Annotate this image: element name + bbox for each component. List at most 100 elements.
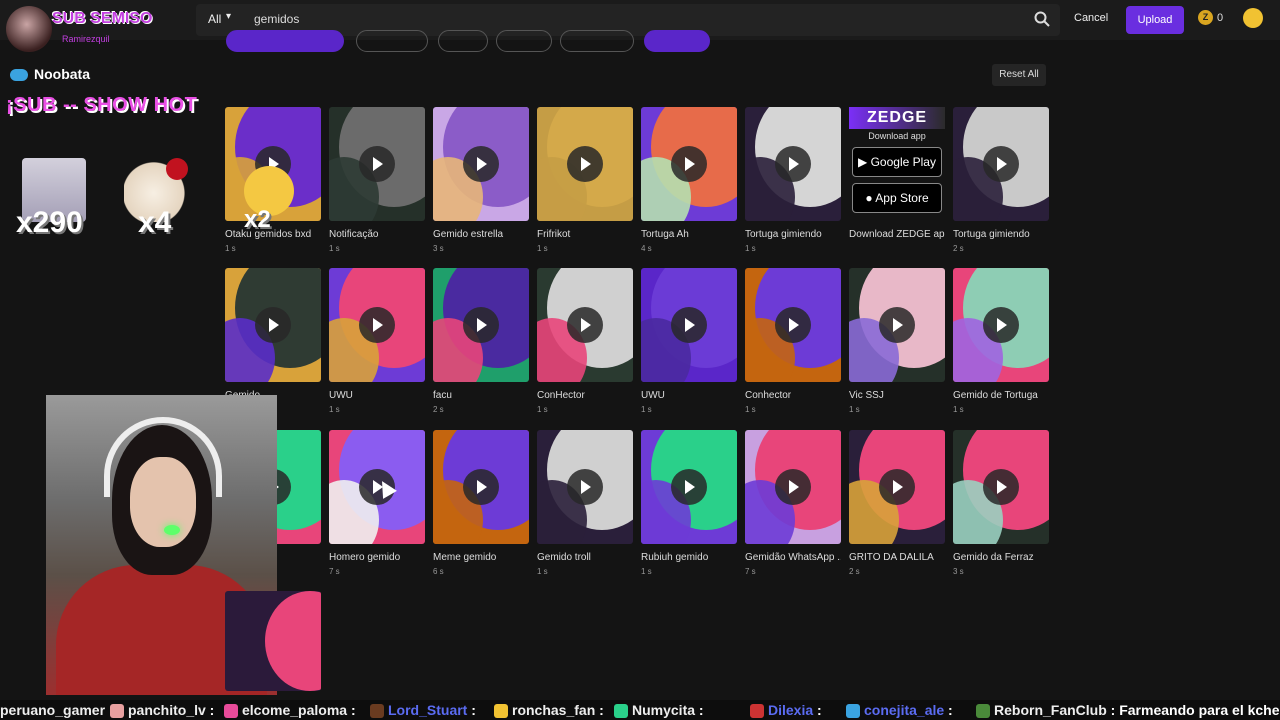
play-icon[interactable] (567, 146, 603, 182)
sound-duration: 6 s (433, 567, 444, 576)
play-icon[interactable] (775, 307, 811, 343)
sound-thumbnail (433, 430, 529, 544)
chat-message: peruano_gamer : (0, 702, 114, 718)
sound-card[interactable]: Gemido da Ferraz 3 s (953, 430, 1049, 576)
sound-name: Conhector (745, 390, 792, 401)
chat-username: peruano_gamer (0, 702, 106, 718)
chat-text: : (695, 702, 704, 718)
sound-card[interactable]: Gemido estrella 3 s (433, 107, 529, 253)
sound-name: Gemido troll (537, 552, 591, 563)
sound-card[interactable]: Frifrikot 1 s (537, 107, 633, 253)
sound-card[interactable]: UWU 1 s (641, 268, 737, 414)
chat-username: ronchas_fan (512, 702, 596, 718)
filter-chip[interactable] (356, 30, 428, 52)
sound-thumbnail (641, 430, 737, 544)
play-icon[interactable] (671, 307, 707, 343)
sound-thumbnail (745, 268, 841, 382)
chat-text: : Farmeando para el kche (1106, 702, 1280, 718)
sound-thumbnail (953, 107, 1049, 221)
sound-name: Notificação (329, 229, 379, 240)
chat-text: : (467, 702, 476, 718)
play-icon[interactable] (879, 469, 915, 505)
chevron-down-icon[interactable]: ▾ (226, 11, 231, 22)
sound-card[interactable]: Tortuga Ah 4 s (641, 107, 737, 253)
play-icon[interactable] (983, 469, 1019, 505)
chat-username: elcome_paloma (242, 702, 348, 718)
play-icon[interactable] (879, 307, 915, 343)
sound-card[interactable]: Notificação 1 s (329, 107, 425, 253)
sound-card[interactable]: Meme gemido 6 s (433, 430, 529, 576)
sound-name: Tortuga Ah (641, 229, 689, 240)
chat-username: Lord_Stuart (388, 702, 468, 718)
search-icon[interactable] (1034, 11, 1050, 27)
sound-name: Otaku gemidos bxd (225, 229, 312, 240)
chat-ticker: peruano_gamer :panchito_lv :elcome_palom… (0, 700, 1280, 720)
multiplier-3: x2 (244, 206, 271, 233)
sound-name: Vic SSJ (849, 390, 884, 401)
filter-chip[interactable] (496, 30, 552, 52)
zedge-ad[interactable]: ZEDGE Download app ▶ Google Play ● App S… (849, 107, 945, 221)
filter-chip[interactable] (226, 30, 344, 52)
credits-counter[interactable]: Z0 (1198, 10, 1223, 30)
multiplier-1: x290 (16, 206, 83, 239)
sound-card[interactable]: Conhector 1 s (745, 268, 841, 414)
sound-name: Gemidão WhatsApp ... (745, 552, 841, 563)
search-input[interactable]: gemidos (254, 12, 299, 26)
play-icon[interactable] (983, 307, 1019, 343)
sound-card[interactable]: ConHector 1 s (537, 268, 633, 414)
chat-message: ronchas_fan : (490, 702, 604, 719)
sound-name: Meme gemido (433, 552, 497, 563)
reset-all-button[interactable]: Reset All (992, 64, 1046, 86)
sound-card[interactable]: UWU 1 s (329, 268, 425, 414)
sound-name: Tortuga gimiendo (745, 229, 822, 240)
play-icon[interactable] (463, 469, 499, 505)
sound-card[interactable]: Homero gemido 7 s (329, 430, 425, 576)
google-play-icon: ▶ (858, 155, 871, 169)
play-icon[interactable] (775, 469, 811, 505)
app-store-button[interactable]: ● App Store (852, 183, 942, 213)
play-icon[interactable] (359, 307, 395, 343)
chat-emote-icon (614, 704, 628, 719)
search-scope-select[interactable]: All (208, 12, 221, 26)
avatar[interactable] (1243, 8, 1263, 28)
play-icon[interactable] (983, 146, 1019, 182)
play-icon[interactable] (567, 307, 603, 343)
sound-card[interactable]: facu 2 s (433, 268, 529, 414)
cancel-button[interactable]: Cancel (1074, 12, 1108, 24)
sound-card[interactable]: Tortuga gimiendo 1 s (745, 107, 841, 253)
play-icon[interactable] (463, 146, 499, 182)
thumb-shape (265, 591, 321, 691)
google-play-button[interactable]: ▶ Google Play (852, 147, 942, 177)
chat-message: Reborn_FanClub : Farmeando para el kche (972, 702, 1280, 719)
sound-card[interactable]: Gemidão WhatsApp ... 7 s (745, 430, 841, 576)
play-icon[interactable] (567, 469, 603, 505)
play-icon[interactable] (255, 307, 291, 343)
play-icon[interactable] (775, 146, 811, 182)
sound-card[interactable]: GRITO DA DALILA 2 s (849, 430, 945, 576)
play-icon[interactable] (671, 146, 707, 182)
chat-emote-icon (494, 704, 508, 719)
sound-card[interactable]: Gemido (225, 268, 321, 405)
play-icon[interactable] (463, 307, 499, 343)
chat-emote-icon (846, 704, 860, 719)
sound-thumbnail (329, 107, 425, 221)
play-icon[interactable] (359, 146, 395, 182)
sound-thumbnail (433, 107, 529, 221)
filter-chip[interactable] (560, 30, 634, 52)
upload-button[interactable]: Upload (1126, 6, 1184, 34)
filter-chip[interactable] (644, 30, 710, 52)
sound-card[interactable]: Tortuga gimiendo 2 s (953, 107, 1049, 253)
sound-name: UWU (641, 390, 665, 401)
chat-message: Lord_Stuart : (366, 702, 476, 719)
play-icon[interactable] (671, 469, 707, 505)
ad-label[interactable]: Download ZEDGE app (849, 221, 945, 240)
sound-name: facu (433, 390, 452, 401)
sound-card[interactable]: Gemido de Tortuga 1 s (953, 268, 1049, 414)
filter-chip[interactable] (438, 30, 488, 52)
sound-duration: 2 s (953, 244, 964, 253)
sound-thumbnail (849, 268, 945, 382)
sound-card[interactable]: Vic SSJ 1 s (849, 268, 945, 414)
sound-card[interactable]: Rubiuh gemido 1 s (641, 430, 737, 576)
sound-card[interactable]: Gemido troll 1 s (537, 430, 633, 576)
sound-card-partial[interactable] (225, 591, 321, 691)
